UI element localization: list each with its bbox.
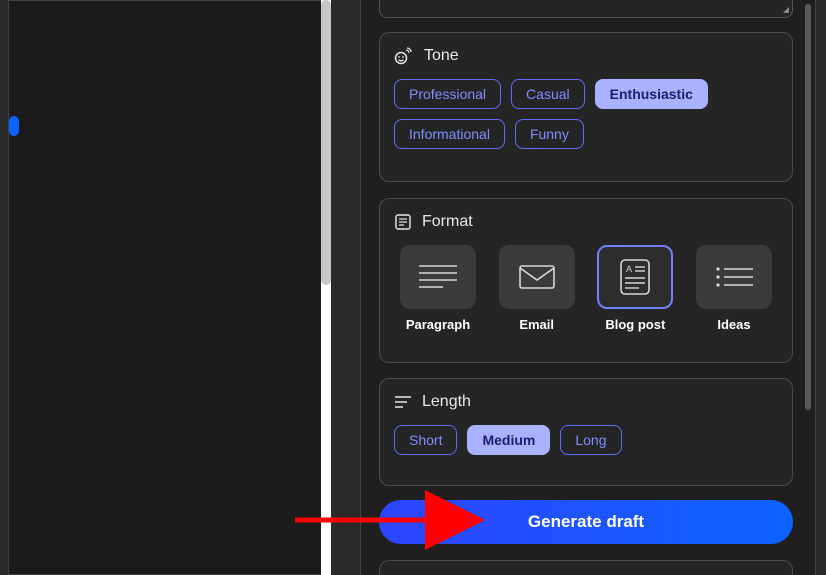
length-icon [394, 395, 412, 409]
format-label-blogpost: Blog post [605, 317, 665, 332]
length-title: Length [422, 393, 471, 411]
compose-side-panel: ◢ Tone Professional Casual Enthusiastic … [360, 0, 816, 575]
format-option-ideas[interactable] [696, 245, 772, 309]
blog-post-icon: A [615, 258, 655, 296]
length-group: Length Short Medium Long [379, 378, 793, 486]
format-label-paragraph: Paragraph [406, 317, 470, 332]
tone-icon [394, 47, 414, 65]
format-label-email: Email [519, 317, 554, 332]
tone-option-informational[interactable]: Informational [394, 119, 505, 149]
paragraph-icon [417, 262, 459, 292]
format-option-email[interactable] [499, 245, 575, 309]
tone-option-casual[interactable]: Casual [511, 79, 585, 109]
length-option-medium[interactable]: Medium [467, 425, 550, 455]
format-label-ideas: Ideas [717, 317, 750, 332]
next-card-top-edge [379, 560, 793, 575]
tone-title: Tone [424, 47, 459, 65]
tone-option-funny[interactable]: Funny [515, 119, 584, 149]
length-option-short[interactable]: Short [394, 425, 457, 455]
generate-draft-button[interactable]: Generate draft [379, 500, 793, 544]
textarea-resize-handle-icon[interactable]: ◢ [783, 7, 787, 13]
tone-option-professional[interactable]: Professional [394, 79, 501, 109]
tone-option-enthusiastic[interactable]: Enthusiastic [595, 79, 708, 109]
left-scrollbar-thumb[interactable] [321, 0, 331, 285]
ideas-icon [713, 264, 755, 290]
page-indicator-pill [9, 116, 19, 136]
length-option-long[interactable]: Long [560, 425, 621, 455]
left-scrollbar-track[interactable] [321, 0, 331, 575]
format-option-blogpost[interactable]: A [597, 245, 673, 309]
format-group: Format Paragraph [379, 198, 793, 363]
email-icon [516, 262, 558, 292]
svg-text:A: A [626, 264, 632, 274]
panel-scrollbar-thumb[interactable] [805, 4, 811, 410]
prompt-textarea[interactable]: ◢ [379, 0, 793, 18]
tone-group: Tone Professional Casual Enthusiastic In… [379, 32, 793, 182]
document-viewer-pane [8, 0, 327, 575]
format-title: Format [422, 213, 473, 231]
format-icon [394, 213, 412, 231]
format-option-paragraph[interactable] [400, 245, 476, 309]
